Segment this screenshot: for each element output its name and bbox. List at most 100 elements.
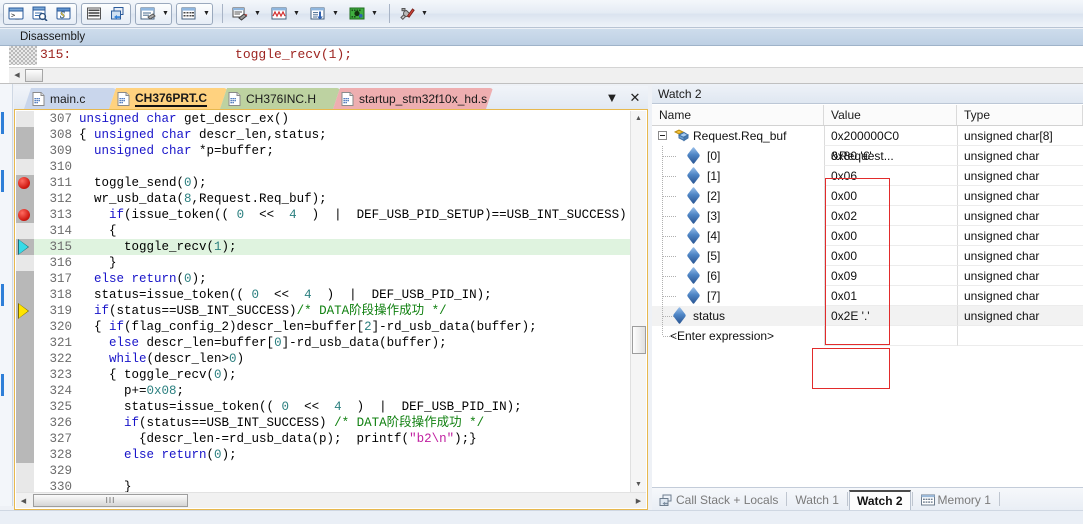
- bottom-tab-call-stack-locals[interactable]: Call Stack + Locals: [652, 490, 785, 510]
- tree-collapse-toggle[interactable]: [658, 131, 667, 140]
- watch-row[interactable]: [1] 0x06 unsigned char: [652, 166, 1083, 186]
- analysis-windows-button[interactable]: [267, 4, 291, 24]
- watch-name-cell[interactable]: [1]: [652, 166, 824, 186]
- command-window-button[interactable]: >_: [4, 4, 28, 24]
- code-line[interactable]: 323 { toggle_recv(0);: [34, 367, 630, 383]
- watch-row[interactable]: [2] 0x00 unsigned char: [652, 186, 1083, 206]
- watch-value-cell[interactable]: 0x00: [824, 246, 957, 266]
- watch-value-cell[interactable]: 0x06: [824, 166, 957, 186]
- code-line[interactable]: 318 status=issue_token(( 0 << 4 ) | DEF_…: [34, 287, 630, 303]
- watch-value-cell[interactable]: 0x02: [824, 206, 957, 226]
- code-line[interactable]: 315 toggle_recv(1);: [34, 239, 630, 255]
- code-line[interactable]: 327 {descr_len-=rd_usb_data(p); printf("…: [34, 431, 630, 447]
- code-line[interactable]: 328 else return(0);: [34, 447, 630, 463]
- call-stack-window-button[interactable]: [106, 4, 130, 24]
- scroll-left-arrow-icon[interactable]: ◀: [16, 493, 31, 508]
- memory-windows-dropdown-arrow[interactable]: ▼: [201, 4, 212, 24]
- gutter-row[interactable]: [16, 303, 34, 319]
- code-line[interactable]: 316 }: [34, 255, 630, 271]
- editor-tab-startup-stm32f10x-hd-s[interactable]: startup_stm32f10x_hd.s: [333, 88, 493, 109]
- bottom-tab-memory-1[interactable]: Memory 1: [914, 490, 998, 510]
- watch-name-cell[interactable]: [2]: [652, 186, 824, 206]
- watch-row[interactable]: Request.Req_buf 0x200000C0 &Request... uns…: [652, 126, 1083, 163]
- disassembly-window-button[interactable]: [28, 4, 52, 24]
- code-line[interactable]: 314 {: [34, 223, 630, 239]
- bottom-tab-watch-2[interactable]: Watch 2: [848, 490, 911, 510]
- gutter-row[interactable]: [16, 415, 34, 431]
- watch-rows-container[interactable]: Request.Req_buf 0x200000C0 &Request... uns…: [652, 126, 1083, 419]
- watch-name-cell[interactable]: [5]: [652, 246, 824, 266]
- gutter-row[interactable]: [16, 287, 34, 303]
- watch-value-cell[interactable]: 0x00: [824, 226, 957, 246]
- system-viewer-dropdown-arrow[interactable]: ▼: [369, 4, 380, 24]
- code-line[interactable]: 320 { if(flag_config_2)descr_len=buffer[…: [34, 319, 630, 335]
- watch-row[interactable]: [3] 0x02 unsigned char: [652, 206, 1083, 226]
- watch-value-cell[interactable]: 0x80 '€': [824, 146, 957, 166]
- code-line[interactable]: 308 { unsigned char descr_len,status;: [34, 127, 630, 143]
- system-viewer-button[interactable]: [345, 4, 369, 24]
- editor-tab-ch376prt-c[interactable]: CH376PRT.C: [109, 88, 227, 109]
- watch-name-cell[interactable]: [3]: [652, 206, 824, 226]
- gutter-row[interactable]: [16, 367, 34, 383]
- editor-hscroll-thumb[interactable]: III: [33, 494, 188, 507]
- editor-horizontal-scrollbar[interactable]: ◀ III ▶: [16, 492, 646, 508]
- code-line[interactable]: 321 else descr_len=buffer[0]-rd_usb_data…: [34, 335, 630, 351]
- watch-row[interactable]: [0] 0x80 '€' unsigned char: [652, 146, 1083, 166]
- close-icon[interactable]: ✕: [630, 90, 641, 106]
- disassembly-horizontal-scrollbar[interactable]: ◀: [9, 67, 1083, 83]
- code-line[interactable]: 330 }: [34, 479, 630, 492]
- chevron-down-icon[interactable]: ▼: [606, 90, 619, 105]
- gutter-row[interactable]: [16, 207, 34, 223]
- watch-row[interactable]: [7] 0x01 unsigned char: [652, 286, 1083, 306]
- watch-windows-button[interactable]: [136, 4, 160, 24]
- watch-column-header-name[interactable]: Name: [652, 105, 824, 125]
- gutter-row[interactable]: [16, 239, 34, 255]
- code-line[interactable]: 322 while(descr_len>0): [34, 351, 630, 367]
- gutter-row[interactable]: [16, 399, 34, 415]
- watch-column-header-value[interactable]: Value: [824, 105, 957, 125]
- gutter-row[interactable]: [16, 175, 34, 191]
- code-line[interactable]: 319 if(status==USB_INT_SUCCESS)/* DATA阶段…: [34, 303, 630, 319]
- breakpoint-icon[interactable]: [18, 209, 30, 221]
- editor-vertical-scrollbar[interactable]: ▲ ▼: [630, 111, 646, 492]
- gutter-row[interactable]: [16, 447, 34, 463]
- breakpoint-icon[interactable]: [18, 177, 30, 189]
- gutter-row[interactable]: [16, 383, 34, 399]
- editor-tab-main-c[interactable]: main.c: [24, 88, 116, 109]
- trace-windows-button[interactable]: [306, 4, 330, 24]
- registers-window-button[interactable]: [82, 4, 106, 24]
- scroll-right-arrow-icon[interactable]: ▶: [631, 493, 646, 508]
- gutter-row[interactable]: [16, 271, 34, 287]
- code-text-area[interactable]: 307 unsigned char get_descr_ex() 308 { unsi…: [34, 111, 630, 492]
- memory-windows-button[interactable]: [177, 4, 201, 24]
- bottom-tab-watch-1[interactable]: Watch 1: [788, 490, 846, 510]
- watch-name-cell[interactable]: [4]: [652, 226, 824, 246]
- analysis-windows-dropdown-arrow[interactable]: ▼: [291, 4, 302, 24]
- scroll-left-arrow-icon[interactable]: ◀: [11, 69, 23, 81]
- editor-vscroll-thumb[interactable]: [632, 326, 646, 354]
- gutter-row[interactable]: [16, 159, 34, 175]
- gutter-row[interactable]: [16, 111, 34, 127]
- watch-row[interactable]: [5] 0x00 unsigned char: [652, 246, 1083, 266]
- editor-gutter[interactable]: [16, 111, 34, 508]
- code-line[interactable]: 313 if(issue_token(( 0 << 4 ) | DEF_USB_…: [34, 207, 630, 223]
- gutter-row[interactable]: [16, 463, 34, 479]
- gutter-row[interactable]: [16, 431, 34, 447]
- scroll-down-arrow-icon[interactable]: ▼: [631, 477, 646, 492]
- watch-name-cell[interactable]: [0]: [652, 146, 824, 166]
- watch-name-cell[interactable]: status: [652, 306, 824, 326]
- editor-tab-ch376inc-h[interactable]: CH376INC.H: [220, 88, 340, 109]
- serial-windows-dropdown-arrow[interactable]: ▼: [252, 4, 263, 24]
- gutter-row[interactable]: [16, 143, 34, 159]
- gutter-row[interactable]: [16, 319, 34, 335]
- watch-value-cell[interactable]: 0x01: [824, 286, 957, 306]
- gutter-row[interactable]: [16, 255, 34, 271]
- gutter-row[interactable]: [16, 335, 34, 351]
- watch-row[interactable]: [4] 0x00 unsigned char: [652, 226, 1083, 246]
- scroll-up-arrow-icon[interactable]: ▲: [631, 111, 646, 126]
- watch-value-cell[interactable]: 0x09: [824, 266, 957, 286]
- disassembly-scroll-thumb[interactable]: [25, 69, 43, 82]
- gutter-row[interactable]: [16, 127, 34, 143]
- gutter-row[interactable]: [16, 223, 34, 239]
- watch-column-header-type[interactable]: Type: [957, 105, 1083, 125]
